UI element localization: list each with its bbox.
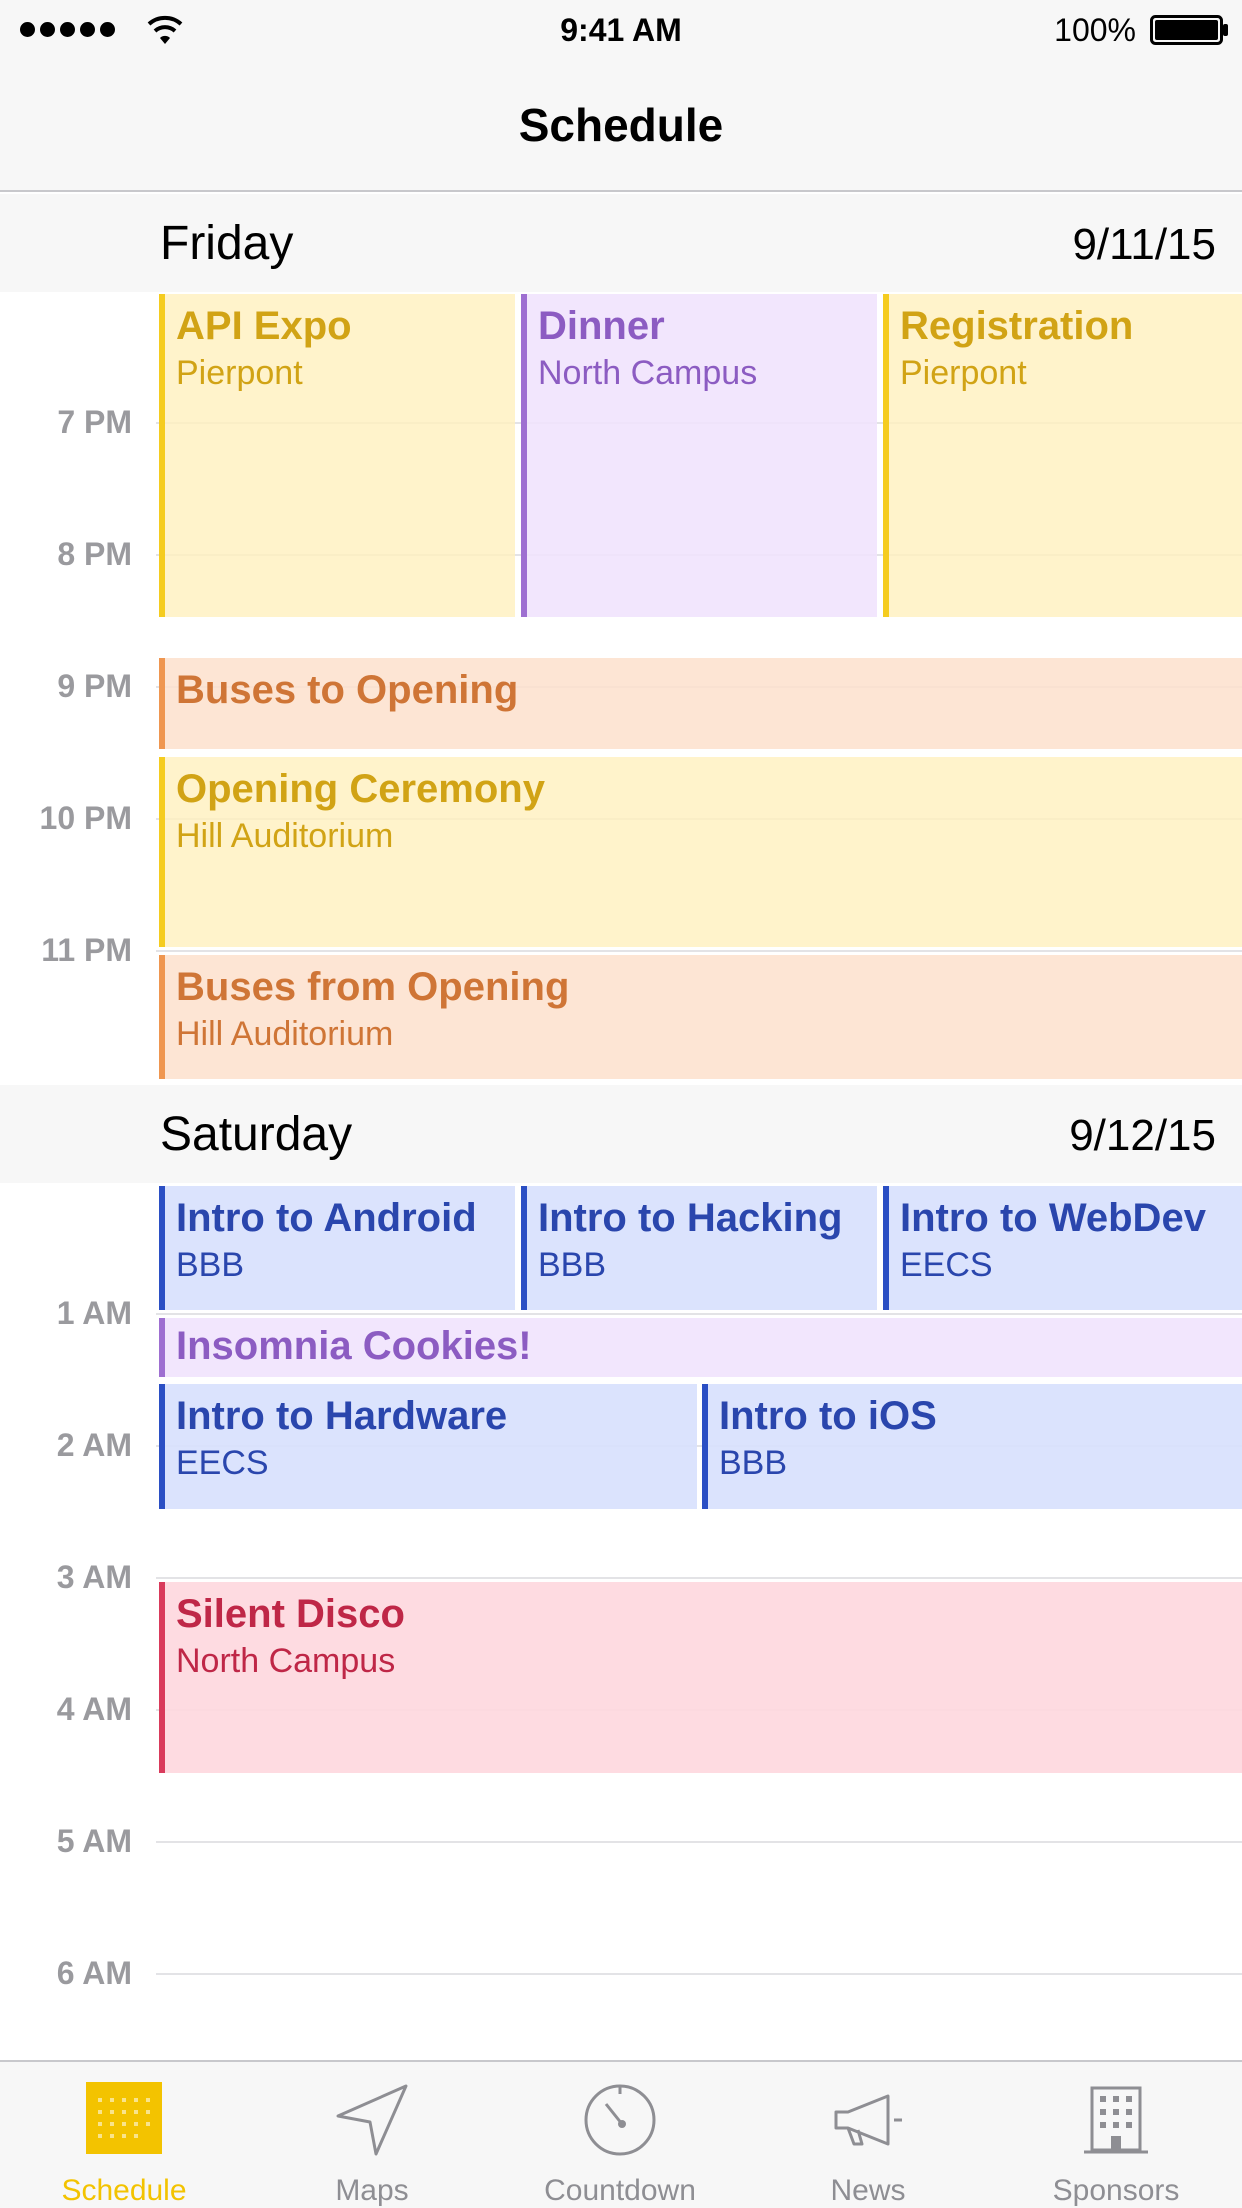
event-location: EECS	[900, 1246, 993, 1284]
hour-label: 4 AM	[56, 1691, 132, 1727]
event-title: Intro to WebDev	[900, 1196, 1206, 1240]
hour-label: 11 PM	[41, 932, 132, 968]
event-intro-to-android[interactable]: Intro to Android BBB	[159, 1186, 515, 1310]
calendar-grid-icon	[86, 2082, 162, 2154]
tab-schedule[interactable]: Schedule	[0, 2062, 248, 2208]
hour-label: 8 PM	[57, 536, 132, 572]
event-title: Buses to Opening	[176, 668, 519, 712]
hour-line	[156, 1577, 1242, 1579]
day-name: Saturday	[160, 1108, 353, 1161]
event-title: Insomnia Cookies!	[176, 1324, 532, 1368]
day-date: 9/11/15	[1072, 220, 1216, 269]
battery-icon	[1150, 15, 1228, 45]
event-title: Intro to Hardware	[176, 1394, 508, 1438]
hour-label: 6 AM	[56, 1955, 132, 1991]
event-location: Hill Auditorium	[176, 817, 394, 855]
tab-label: Countdown	[544, 2174, 696, 2207]
event-location: Pierpont	[900, 354, 1027, 392]
hour-label: 7 PM	[57, 404, 132, 440]
event-location: Hill Auditorium	[176, 1015, 394, 1053]
event-intro-to-webdev[interactable]: Intro to WebDev EECS	[883, 1186, 1242, 1310]
event-buses-from-opening[interactable]: Buses from Opening Hill Auditorium	[159, 955, 1242, 1079]
status-bar: 9:41 AM 100%	[0, 0, 1242, 62]
event-dinner[interactable]: Dinner North Campus	[521, 294, 877, 617]
event-intro-to-ios[interactable]: Intro to iOS BBB	[702, 1384, 1242, 1509]
location-arrow-icon	[336, 2084, 408, 2156]
day-name: Friday	[160, 217, 294, 270]
tab-label: Sponsors	[1052, 2174, 1180, 2207]
event-title: Silent Disco	[176, 1592, 405, 1636]
hour-label: 2 AM	[56, 1427, 132, 1463]
event-title: API Expo	[176, 304, 352, 348]
navigation-bar: Schedule	[0, 62, 1242, 192]
hour-line	[156, 1973, 1242, 1975]
tab-sponsors[interactable]: Sponsors	[992, 2062, 1240, 2208]
page-title: Schedule	[518, 99, 724, 151]
event-insomnia-cookies[interactable]: Insomnia Cookies!	[159, 1318, 1242, 1377]
event-api-expo[interactable]: API Expo Pierpont	[159, 294, 515, 617]
event-title: Intro to Android	[176, 1196, 477, 1240]
building-icon	[1084, 2086, 1148, 2154]
event-location: North Campus	[538, 354, 758, 392]
hour-label: 5 AM	[56, 1823, 132, 1859]
tab-bar: Schedule Maps Countdown News Sponsors	[0, 2060, 1242, 2208]
stopwatch-icon	[584, 2084, 656, 2156]
hour-label: 10 PM	[39, 800, 132, 836]
event-silent-disco[interactable]: Silent Disco North Campus	[159, 1582, 1242, 1773]
hour-label: 1 AM	[56, 1295, 132, 1331]
tab-label: News	[830, 2174, 906, 2207]
event-title: Dinner	[538, 304, 665, 348]
hour-label: 3 AM	[56, 1559, 132, 1595]
event-location: Pierpont	[176, 354, 303, 392]
tab-label: Schedule	[61, 2174, 187, 2207]
hour-line	[156, 1841, 1242, 1843]
hour-line	[156, 950, 1242, 952]
event-title: Intro to Hacking	[538, 1196, 843, 1240]
battery-percent: 100%	[1054, 12, 1136, 48]
tab-label: Maps	[335, 2174, 409, 2207]
event-opening-ceremony[interactable]: Opening Ceremony Hill Auditorium	[159, 757, 1242, 947]
megaphone-icon	[834, 2094, 902, 2146]
event-title: Intro to iOS	[719, 1394, 937, 1438]
event-buses-to-opening[interactable]: Buses to Opening	[159, 658, 1242, 749]
tab-maps[interactable]: Maps	[248, 2062, 496, 2208]
event-intro-to-hacking[interactable]: Intro to Hacking BBB	[521, 1186, 877, 1310]
event-location: North Campus	[176, 1642, 396, 1680]
tab-countdown[interactable]: Countdown	[496, 2062, 744, 2208]
event-title: Buses from Opening	[176, 965, 570, 1009]
day-header-saturday: Saturday 9/12/15	[0, 1085, 1242, 1183]
event-location: BBB	[176, 1246, 245, 1284]
event-location: BBB	[719, 1444, 788, 1482]
event-title: Registration	[900, 304, 1134, 348]
event-location: EECS	[176, 1444, 269, 1482]
event-intro-to-hardware[interactable]: Intro to Hardware EECS	[159, 1384, 697, 1509]
hour-label: 9 PM	[57, 668, 132, 704]
event-title: Opening Ceremony	[176, 767, 545, 811]
event-location: BBB	[538, 1246, 607, 1284]
day-header-friday: Friday 9/11/15	[0, 194, 1242, 292]
tab-news[interactable]: News	[744, 2062, 992, 2208]
hour-line	[156, 1313, 1242, 1315]
event-registration[interactable]: Registration Pierpont	[883, 294, 1242, 617]
day-date: 9/12/15	[1069, 1111, 1216, 1160]
